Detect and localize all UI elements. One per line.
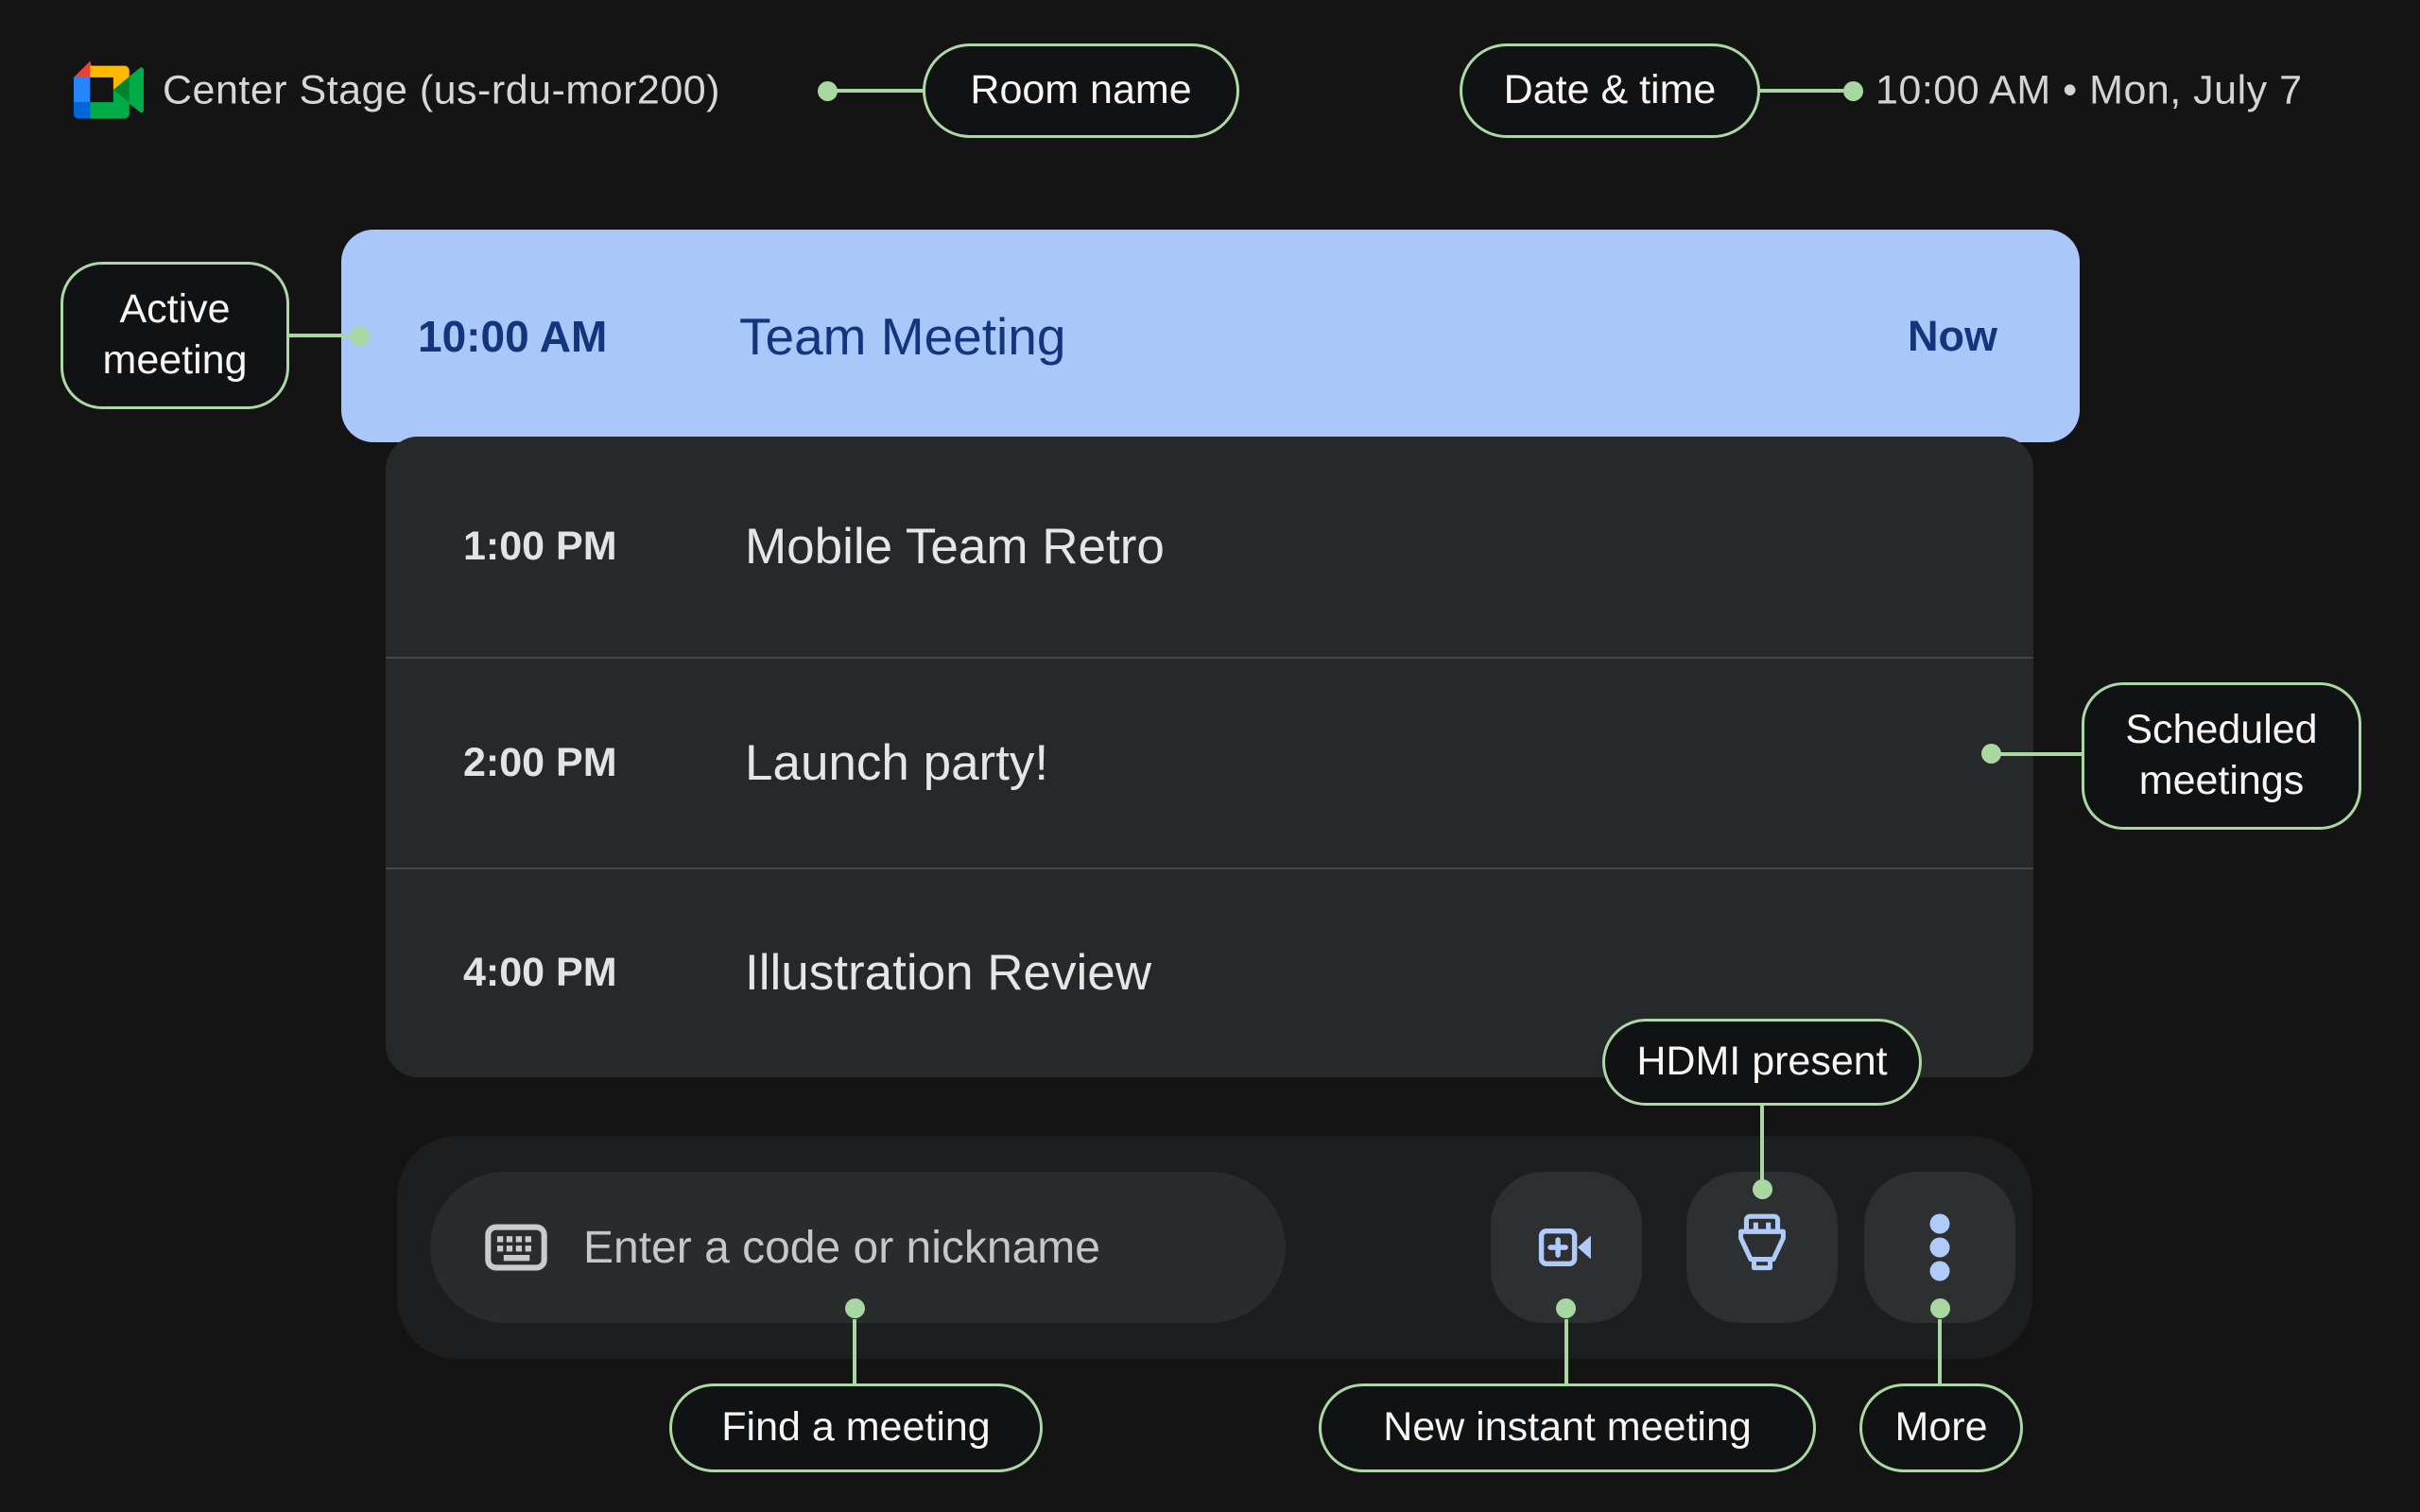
keyboard-icon (485, 1224, 547, 1271)
join-action-bar (397, 1136, 2032, 1359)
date-time-label: 10:00 AM • Mon, July 7 (1876, 68, 2303, 114)
connector-dot-active-meeting (350, 326, 370, 346)
active-meeting-status: Now (1908, 312, 1997, 361)
meeting-time: 4:00 PM (463, 950, 617, 996)
connector-line-active-meeting (287, 334, 354, 337)
connector-line-new-instant-meeting (1564, 1319, 1568, 1385)
connector-dot-hdmi-present (1753, 1179, 1772, 1199)
meeting-time: 2:00 PM (463, 740, 617, 786)
meeting-title: Illustration Review (745, 944, 1151, 1002)
connector-line-hdmi-present (1760, 1104, 1764, 1185)
callout-hdmi-present: HDMI present (1602, 1019, 1922, 1106)
callout-scheduled-meetings: Scheduled meetings (2082, 682, 2361, 830)
connector-line-scheduled-meetings (1996, 752, 2083, 756)
connector-line-find-a-meeting (853, 1319, 856, 1385)
callout-room-name: Room name (923, 43, 1239, 138)
scheduled-meetings-list: 1:00 PM Mobile Team Retro 2:00 PM Launch… (386, 437, 2033, 1077)
active-meeting-card[interactable]: 10:00 AM Team Meeting Now (341, 230, 2080, 442)
callout-date-time: Date & time (1460, 43, 1760, 138)
meeting-title: Launch party! (745, 734, 1048, 792)
meeting-row[interactable]: 2:00 PM Launch party! (386, 657, 2033, 868)
meet-room-home-screen: Center Stage (us-rdu-mor200) 10:00 AM • … (0, 0, 2420, 1512)
connector-dot-new-instant-meeting (1556, 1298, 1576, 1318)
connector-dot-find-a-meeting (845, 1298, 865, 1318)
connector-line-room-name (835, 89, 925, 93)
room-name-label: Center Stage (us-rdu-mor200) (163, 68, 720, 114)
meeting-time: 1:00 PM (463, 524, 617, 570)
connector-line-date-time (1758, 89, 1845, 93)
video-call-icon (1535, 1222, 1598, 1273)
callout-new-instant-meeting: New instant meeting (1319, 1383, 1816, 1472)
active-meeting-title: Team Meeting (739, 306, 1065, 367)
callout-more: More (1859, 1383, 2023, 1472)
connector-dot-more (1930, 1298, 1950, 1318)
hdmi-icon (1737, 1213, 1788, 1281)
active-meeting-time: 10:00 AM (418, 311, 607, 362)
connector-dot-date-time (1843, 81, 1863, 101)
callout-active-meeting: Active meeting (60, 262, 289, 409)
callout-find-a-meeting: Find a meeting (669, 1383, 1043, 1472)
meeting-row[interactable]: 1:00 PM Mobile Team Retro (386, 437, 2033, 657)
google-meet-logo-icon (74, 60, 144, 119)
connector-line-more (1938, 1319, 1942, 1385)
meeting-code-input[interactable] (583, 1222, 1245, 1274)
meeting-title: Mobile Team Retro (745, 518, 1165, 576)
more-vert-icon (1927, 1213, 1952, 1281)
